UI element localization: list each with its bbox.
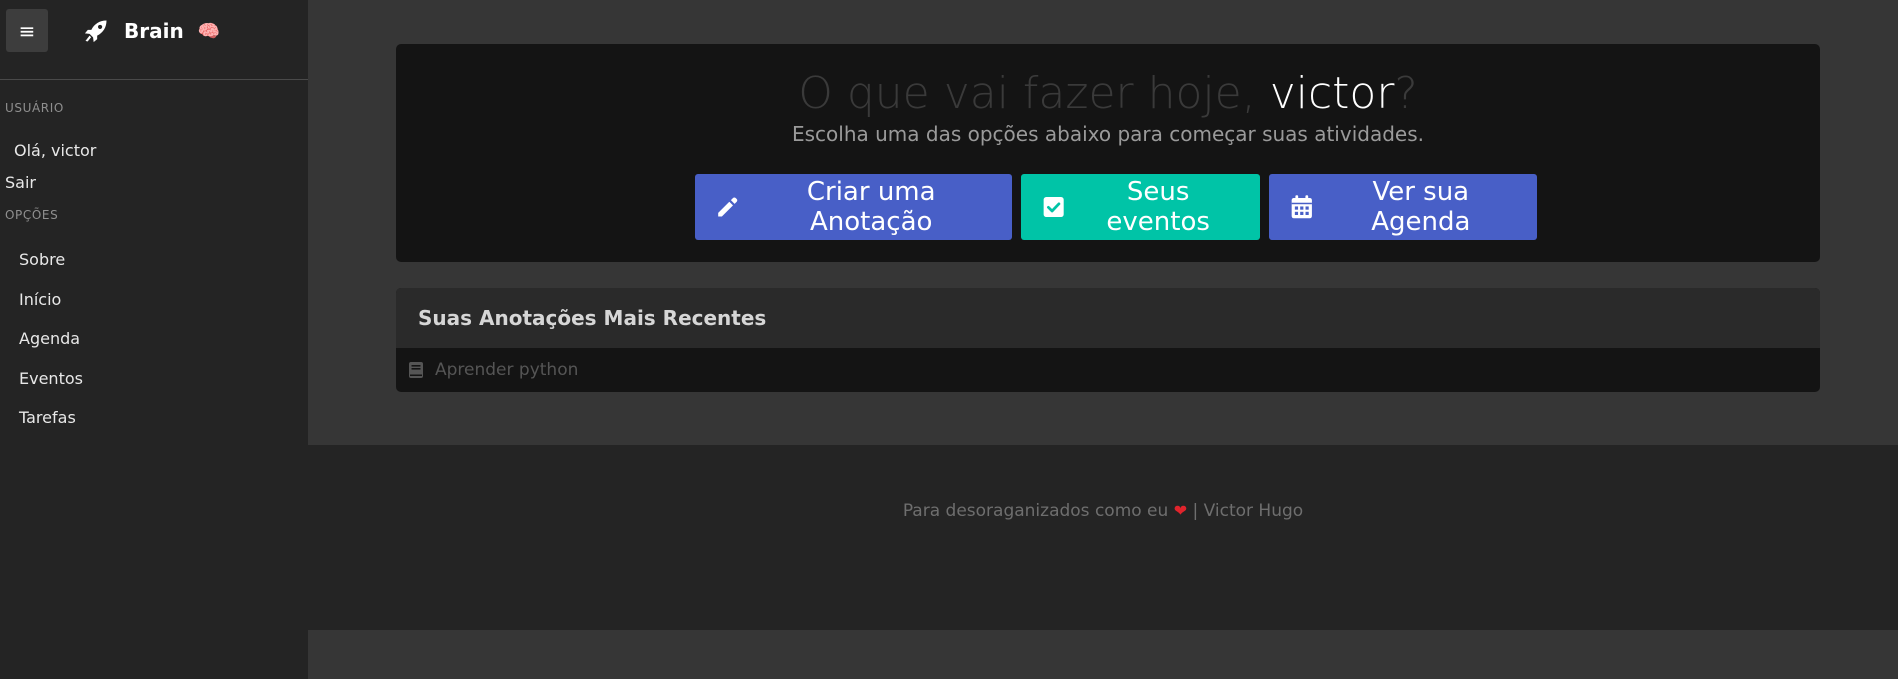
- heart-icon: ❤: [1173, 501, 1188, 520]
- pencil-icon: [718, 197, 738, 217]
- footer-author: | Victor Hugo: [1187, 501, 1304, 521]
- brand[interactable]: Brain 🧠: [82, 16, 220, 46]
- sidebar-item-eventos[interactable]: Eventos: [19, 369, 83, 388]
- check-square-icon: [1043, 196, 1064, 218]
- recent-notes-title: Suas Anotações Mais Recentes: [396, 288, 1820, 348]
- events-label: Seus eventos: [1106, 177, 1210, 237]
- logout-link[interactable]: Sair: [5, 173, 36, 192]
- brand-title: Brain: [124, 19, 184, 43]
- calendar-icon: [1291, 195, 1312, 219]
- create-note-button[interactable]: Criar uma Anotação: [695, 174, 1012, 240]
- footer: Para desoraganizados como eu ❤ | Victor …: [308, 445, 1898, 630]
- brain-icon: 🧠: [197, 20, 221, 42]
- options-section-label: OPÇÕES: [5, 208, 59, 222]
- recent-notes-card: Suas Anotações Mais Recentes Aprender py…: [396, 288, 1820, 392]
- agenda-button[interactable]: Ver sua Agenda: [1269, 174, 1537, 240]
- note-title: Aprender python: [435, 360, 579, 380]
- menu-toggle-button[interactable]: ≡: [6, 9, 48, 52]
- hero-user-name: victor: [1269, 68, 1395, 119]
- welcome-hero: O que vai fazer hoje, victor? Escolha um…: [396, 44, 1820, 262]
- agenda-label: Ver sua Agenda: [1371, 177, 1471, 237]
- sidebar-header: ≡ Brain 🧠: [0, 0, 308, 80]
- events-button[interactable]: Seus eventos: [1021, 174, 1260, 240]
- sidebar-item-tarefas[interactable]: Tarefas: [19, 408, 76, 427]
- hero-title-prefix: O que vai fazer hoje,: [798, 68, 1270, 119]
- footer-text: Para desoraganizados como eu ❤ | Victor …: [308, 501, 1898, 521]
- rocket-icon: [84, 20, 107, 43]
- user-section-label: USUÁRIO: [5, 101, 64, 115]
- list-item[interactable]: Aprender python: [396, 348, 1820, 392]
- book-icon: [409, 362, 423, 378]
- hero-actions: Criar uma Anotação Seus eventos Ver sua …: [396, 174, 1820, 240]
- footer-tagline: Para desoraganizados como eu: [902, 501, 1174, 521]
- hero-subtitle: Escolha uma das opções abaixo para começ…: [791, 122, 1424, 146]
- sidebar-item-agenda[interactable]: Agenda: [19, 329, 80, 348]
- create-note-label: Criar uma Anotação: [806, 177, 936, 237]
- hamburger-icon: ≡: [18, 18, 36, 43]
- hero-title: O que vai fazer hoje, victor?: [396, 44, 1820, 121]
- sidebar-item-sobre[interactable]: Sobre: [19, 250, 65, 269]
- user-greeting[interactable]: Olá, victor: [14, 141, 96, 160]
- sidebar-item-inicio[interactable]: Início: [19, 290, 61, 309]
- sidebar: ≡ Brain 🧠 USUÁRIO Olá, victor Sair OPÇÕE…: [0, 0, 308, 679]
- hero-title-suffix: ?: [1394, 68, 1418, 119]
